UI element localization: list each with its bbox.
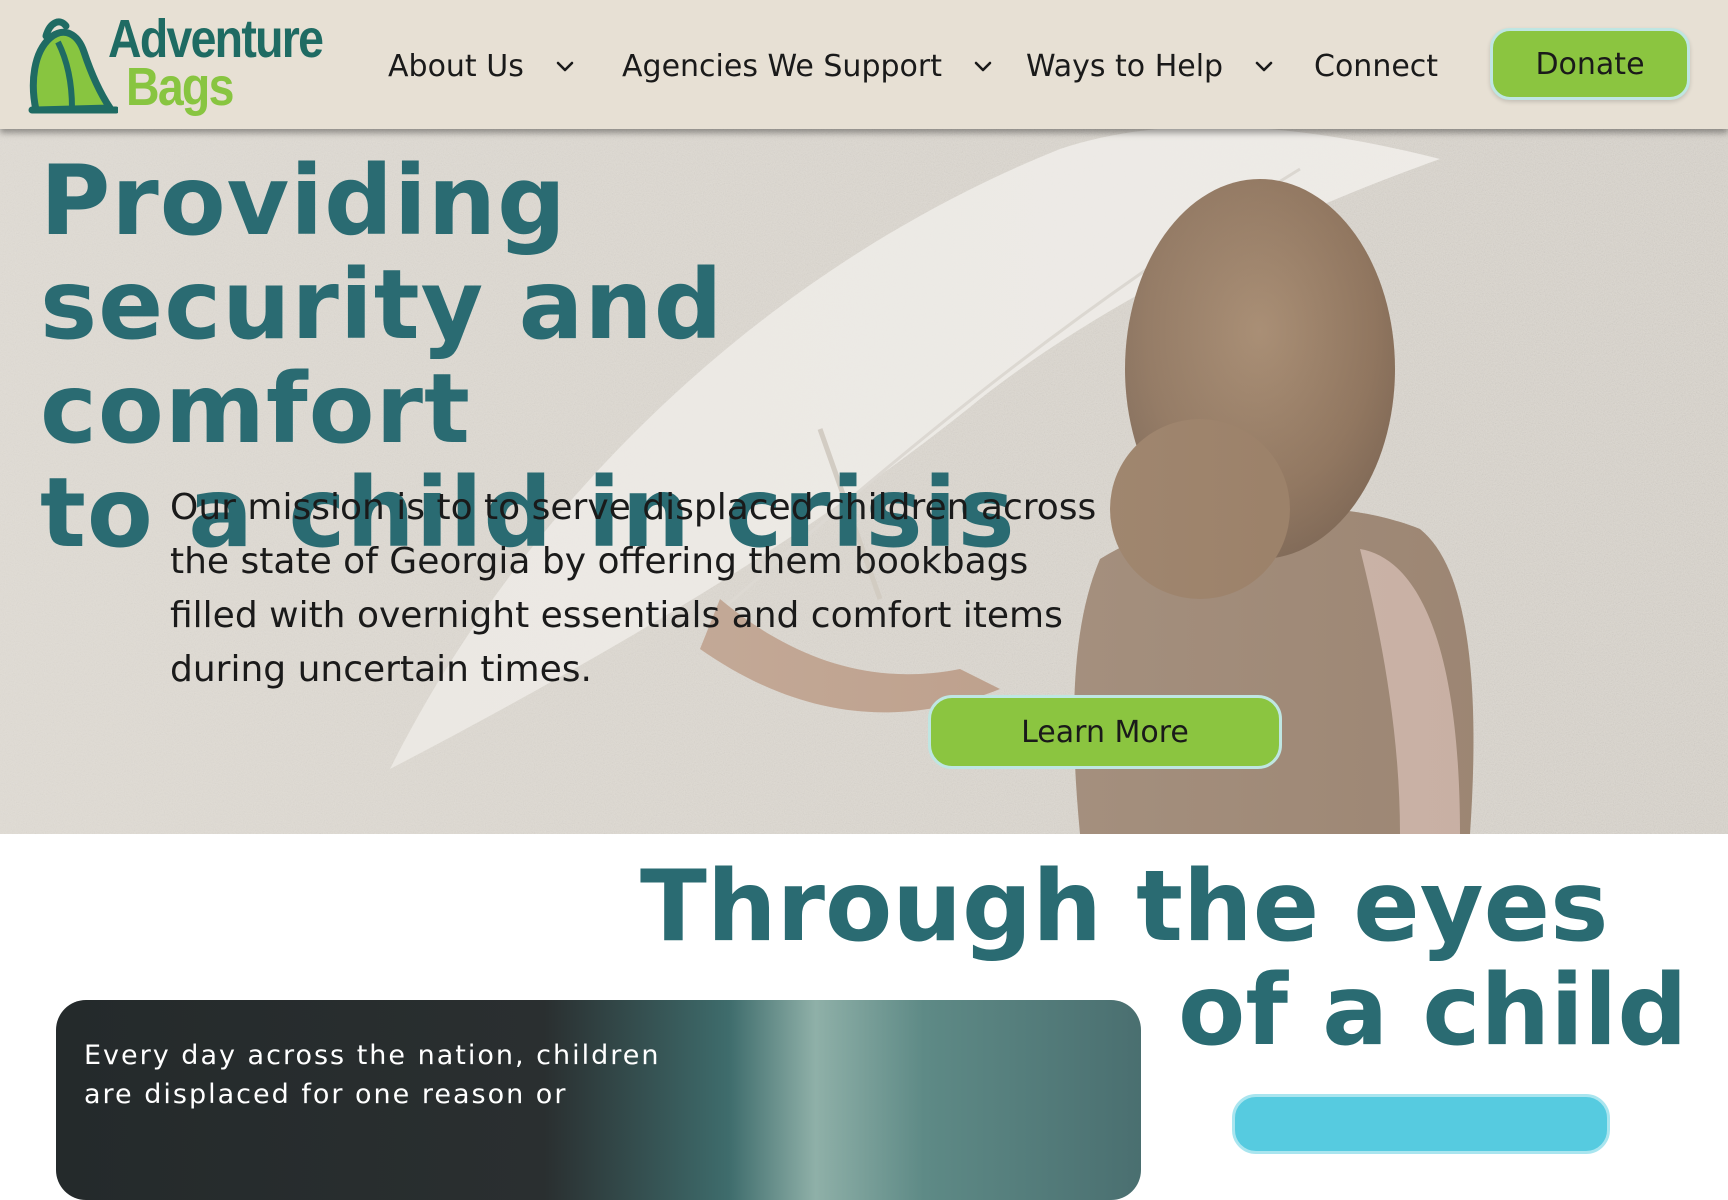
chevron-down-icon bbox=[974, 61, 992, 72]
hero-title-line: security and comfort bbox=[40, 249, 724, 465]
logo-word-bags: Bags bbox=[126, 57, 234, 117]
nav-item-label: Ways to Help bbox=[1026, 48, 1224, 84]
section-title-line-1: Through the eyes bbox=[640, 850, 1609, 964]
mission-statement: Our mission is to to serve displaced chi… bbox=[170, 481, 1100, 697]
mission-line: the state of Georgia by offering them bo… bbox=[170, 541, 1029, 582]
section-cta-button[interactable] bbox=[1232, 1094, 1610, 1154]
nav-item-label: Connect bbox=[1314, 48, 1439, 84]
chevron-down-icon bbox=[556, 61, 574, 72]
nav-item-about-us[interactable]: About Us bbox=[388, 44, 576, 88]
nav-item-agencies[interactable]: Agencies We Support bbox=[622, 44, 994, 88]
donate-button[interactable]: Donate bbox=[1490, 28, 1690, 100]
site-logo[interactable]: Adventure Bags bbox=[28, 12, 348, 117]
site-header: Adventure Bags About Us Agencies We Supp… bbox=[0, 0, 1728, 129]
mission-line: during uncertain times. bbox=[170, 649, 592, 690]
story-line: Every day across the nation, children bbox=[84, 1040, 661, 1071]
nav-item-label: About Us bbox=[388, 48, 524, 84]
nav-item-connect[interactable]: Connect bbox=[1314, 44, 1438, 88]
nav-item-label: Agencies We Support bbox=[622, 48, 942, 84]
hero-section: Providing security and comfort to a chil… bbox=[0, 129, 1728, 834]
story-line: are displaced for one reason or bbox=[84, 1079, 568, 1110]
story-card-text: Every day across the nation, children ar… bbox=[84, 1036, 704, 1114]
mission-line: filled with overnight essentials and com… bbox=[170, 595, 1063, 636]
story-video-card[interactable]: Every day across the nation, children ar… bbox=[56, 1000, 1141, 1200]
learn-more-button[interactable]: Learn More bbox=[928, 695, 1282, 769]
chevron-down-icon bbox=[1255, 61, 1273, 72]
mission-line: Our mission is to to serve displaced chi… bbox=[170, 487, 1097, 528]
nav-item-ways-to-help[interactable]: Ways to Help bbox=[1026, 44, 1275, 88]
hero-title-line: Providing bbox=[40, 145, 567, 257]
backpack-leaf-icon bbox=[28, 18, 118, 114]
section-title-line-2: of a child bbox=[1178, 954, 1688, 1068]
